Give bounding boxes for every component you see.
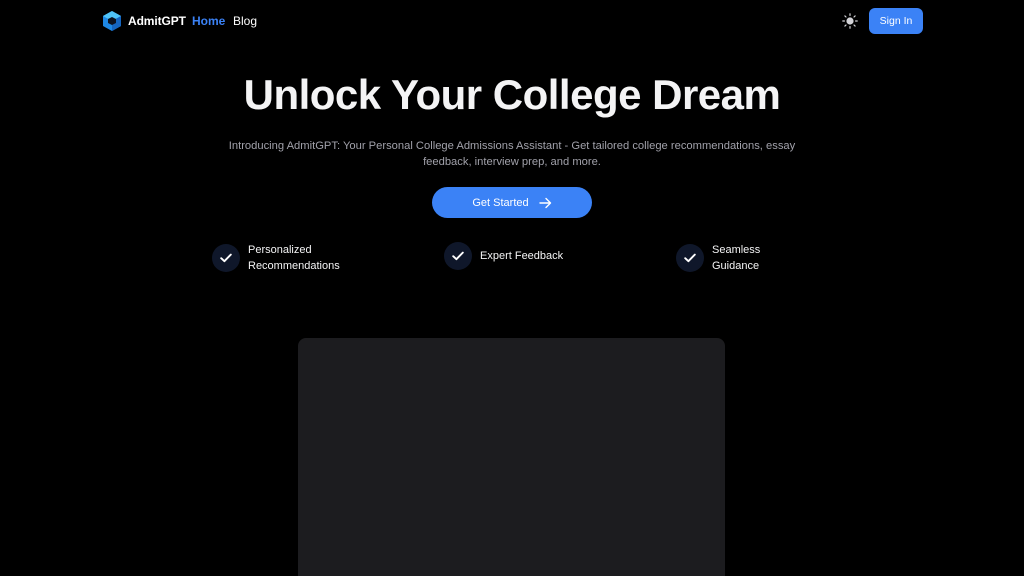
hero-title: Unlock Your College Dream (243, 71, 781, 118)
feature-seamless-guidance: Seamless Guidance (676, 242, 772, 274)
navbar: AdmitGPT Home Blog Sign In (0, 0, 1024, 42)
get-started-label: Get Started (472, 196, 529, 209)
get-started-button[interactable]: Get Started (432, 187, 592, 218)
check-icon (212, 244, 240, 272)
brand-logo-link[interactable]: AdmitGPT (101, 10, 186, 32)
admitgpt-logo-icon (103, 11, 121, 31)
feature-expert-feedback: Expert Feedback (444, 242, 590, 270)
arrow-right-icon (538, 197, 551, 208)
page: AdmitGPT Home Blog Sign In Unlock Your C… (0, 0, 1024, 576)
feature-personalized-recommendations: Personalized Recommendations (212, 242, 358, 274)
video-preview-panel[interactable] (298, 338, 725, 576)
sign-in-button[interactable]: Sign In (869, 8, 923, 34)
nav-link-blog[interactable]: Blog (233, 14, 257, 28)
check-icon (444, 242, 472, 270)
hero-subtitle: Introducing AdmitGPT: Your Personal Coll… (228, 140, 796, 168)
theme-toggle-button[interactable] (840, 11, 860, 31)
sun-icon (842, 13, 858, 29)
feature-label: Expert Feedback (480, 250, 564, 262)
brand-name: AdmitGPT (128, 14, 186, 28)
feature-label: Seamless Guidance (712, 244, 761, 272)
nav-link-home[interactable]: Home (192, 14, 225, 28)
check-icon (676, 244, 704, 272)
feature-label: Personalized Recommendations (248, 244, 340, 272)
